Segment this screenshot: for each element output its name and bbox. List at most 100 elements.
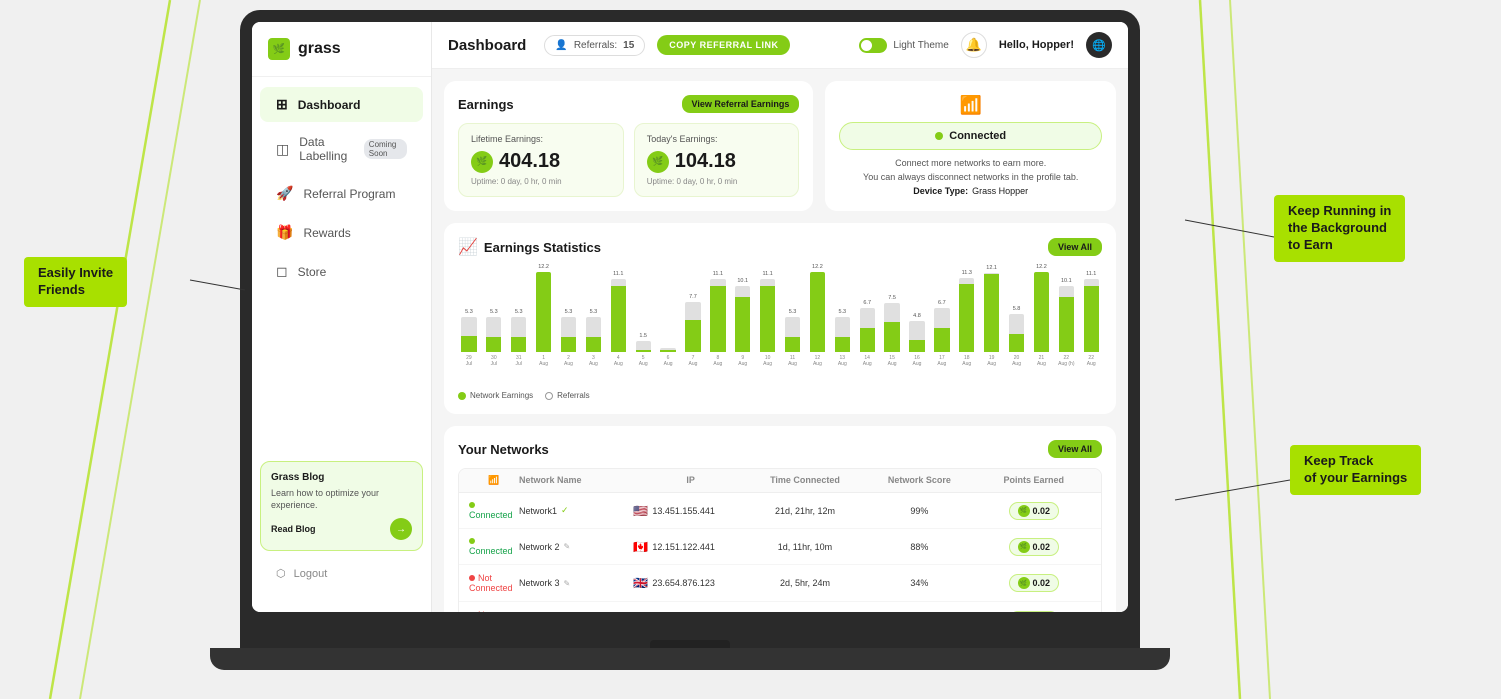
annotation-invite: Easily InviteFriends (24, 257, 127, 307)
td-time-2: 2d, 5hr, 24m (748, 578, 862, 588)
sidebar-label-rewards: Rewards (303, 226, 350, 240)
bar-group-10: 11.18Aug (707, 271, 729, 367)
bar-value-label-0: 5.3 (465, 309, 473, 315)
bar-date-7: 5Aug (639, 355, 648, 367)
bar-value-label-5: 5.3 (590, 309, 598, 315)
bar-value-label-4: 5.3 (565, 309, 573, 315)
logo-area: 🌿 grass (252, 38, 431, 77)
td-ip-2: 🇬🇧23.654.876.123 (633, 576, 747, 590)
bar-date-25: 22Aug (1087, 355, 1096, 367)
connected-button[interactable]: Connected (839, 122, 1102, 150)
bar-date-9: 7Aug (689, 355, 698, 367)
networks-rows: ConnectedNetwork1✓🇺🇸13.451.155.44121d, 2… (459, 493, 1101, 612)
earnings-card: Earnings View Referral Earnings Lifetime… (444, 81, 813, 211)
bar-date-19: 17Aug (937, 355, 946, 367)
view-referral-earnings-button[interactable]: View Referral Earnings (682, 95, 800, 113)
bar-group-21: 12.1 19Aug (981, 265, 1003, 367)
bar-date-21: 19Aug (987, 355, 996, 367)
sidebar-item-data-labelling[interactable]: ◫ Data Labelling Coming Soon (260, 126, 423, 172)
bar-value-label-3: 12.2 (538, 264, 549, 270)
td-points-1: 🌿0.02 (977, 538, 1091, 556)
bar-value-label-22: 5.8 (1013, 306, 1021, 312)
legend-referral: Referrals (545, 391, 589, 400)
td-name-1: Network 2✎ (519, 542, 633, 552)
th-name: Network Name (519, 475, 633, 486)
stats-card: 📈 Earnings Statistics View All 5.329Jul5… (444, 223, 1116, 414)
avatar: 🌐 (1086, 32, 1112, 58)
bar-date-2: 31Jul (516, 355, 522, 367)
sidebar-item-rewards[interactable]: 🎁 Rewards (260, 215, 423, 250)
data-labelling-icon: ◫ (276, 141, 289, 158)
bar-date-23: 21Aug (1037, 355, 1046, 367)
td-points-3: 🌿1.56 (977, 611, 1091, 612)
sidebar-item-dashboard[interactable]: ⊞ Dashboard (260, 87, 423, 122)
todays-amount-row: 🌿 104.18 (647, 150, 787, 173)
stats-title: Earnings Statistics (484, 240, 601, 255)
bar-value-label-17: 7.5 (888, 295, 896, 301)
bar-date-4: 2Aug (564, 355, 573, 367)
bar-date-12: 10Aug (763, 355, 772, 367)
legend-network-label: Network Earnings (470, 391, 533, 400)
lifetime-label: Lifetime Earnings: (471, 134, 611, 144)
bar-group-18: 4.816Aug (906, 313, 928, 367)
store-icon: ◻ (276, 263, 288, 280)
sidebar-item-referral[interactable]: 🚀 Referral Program (260, 176, 423, 211)
sidebar-label-data-labelling: Data Labelling (299, 135, 352, 163)
page-title: Dashboard (448, 37, 526, 54)
bar-group-13: 5.311Aug (782, 309, 804, 367)
th-wifi: 📶 (469, 475, 519, 486)
toggle-thumb (861, 40, 872, 51)
laptop-notch (650, 640, 730, 648)
networks-view-all-button[interactable]: View All (1048, 440, 1102, 458)
read-blog-link[interactable]: Read Blog (271, 524, 316, 534)
copy-referral-link-button[interactable]: COPY REFERRAL LINK (657, 35, 790, 55)
bar-group-23: 12.2 21Aug (1030, 264, 1052, 367)
bar-value-label-23: 12.2 (1036, 264, 1047, 270)
lifetime-uptime: Uptime: 0 day, 0 hr, 0 min (471, 177, 611, 186)
lifetime-amount-row: 🌿 404.18 (471, 150, 611, 173)
bar-value-label-21: 12.1 (986, 265, 997, 271)
blog-arrow-button[interactable]: → (390, 518, 412, 540)
stats-view-all-button[interactable]: View All (1048, 238, 1102, 256)
bar-date-6: 4Aug (614, 355, 623, 367)
bar-date-20: 18Aug (962, 355, 971, 367)
th-score: Network Score (862, 475, 976, 486)
theme-toggle[interactable]: Light Theme (859, 38, 948, 53)
logout-item[interactable]: ⬡ Logout (260, 559, 423, 588)
coming-soon-badge: Coming Soon (364, 139, 407, 159)
referral-icon: 🚀 (276, 185, 293, 202)
bar-date-18: 16Aug (913, 355, 922, 367)
bar-group-11: 10.19Aug (732, 278, 754, 367)
td-points-2: 🌿0.02 (977, 574, 1091, 592)
annotation-track: Keep Trackof your Earnings (1290, 445, 1421, 495)
bell-icon[interactable]: 🔔 (961, 32, 987, 58)
main-content: Dashboard 👤 Referrals: 15 COPY REFERRAL … (432, 22, 1128, 612)
bar-value-label-19: 6.7 (938, 300, 946, 306)
bar-date-14: 12Aug (813, 355, 822, 367)
todays-uptime: Uptime: 0 day, 0 hr, 0 min (647, 177, 787, 186)
td-name-0: Network1✓ (519, 505, 633, 516)
bar-date-10: 8Aug (713, 355, 722, 367)
bar-value-label-6: 11.1 (613, 271, 623, 277)
blog-card: Grass Blog Learn how to optimize your ex… (260, 461, 423, 551)
stats-header: 📈 Earnings Statistics View All (458, 237, 1102, 257)
td-score-1: 88% (862, 542, 976, 552)
bar-group-15: 5.313Aug (831, 309, 853, 367)
bar-value-label-25: 11.1 (1086, 271, 1096, 277)
bar-date-13: 11Aug (788, 355, 797, 367)
sidebar-label-store: Store (298, 265, 327, 279)
todays-label: Today's Earnings: (647, 134, 787, 144)
bar-value-label-12: 11.1 (762, 271, 772, 277)
chart-area: 5.329Jul5.330Jul5.331Jul12.21Aug5.32Aug5… (458, 267, 1102, 387)
device-type-value: Grass Hopper (972, 186, 1028, 196)
td-status-2: Not Connected (469, 573, 519, 593)
bar-date-15: 13Aug (838, 355, 847, 367)
td-name-2: Network 3✎ (519, 578, 633, 588)
table-row-3: Not ConnectedNetwork 4✎🇫🇷33.542.122.1233… (459, 602, 1101, 612)
sidebar-label-referral: Referral Program (303, 187, 395, 201)
th-points: Points Earned (977, 475, 1091, 486)
sidebar-item-store[interactable]: ◻ Store (260, 254, 423, 289)
bar-value-label-2: 5.3 (515, 309, 523, 315)
laptop-screen: 🌿 grass ⊞ Dashboard ◫ Data Labelling Com… (252, 22, 1128, 612)
bar-date-1: 30Jul (491, 355, 497, 367)
